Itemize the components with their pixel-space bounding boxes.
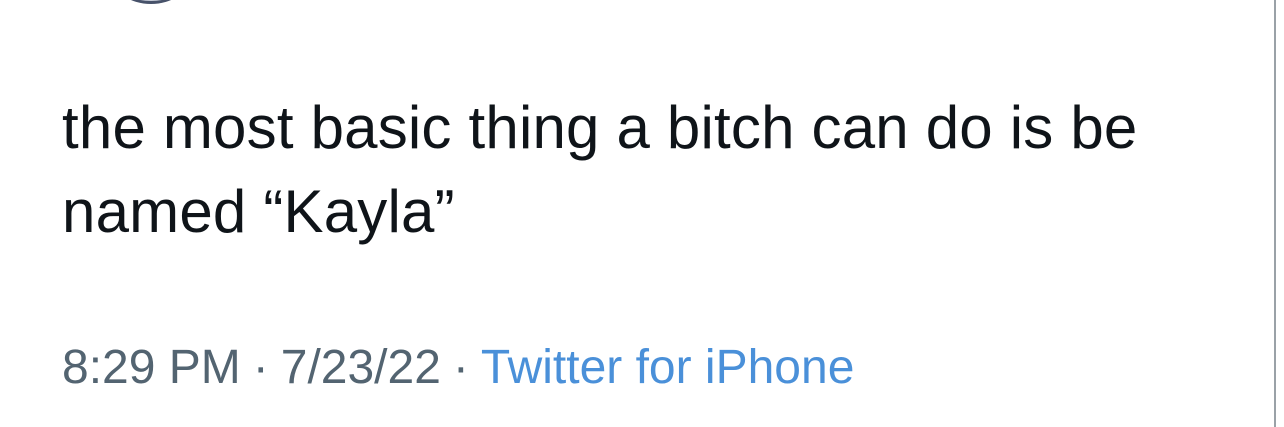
meta-separator: · [252,341,269,394]
tweet-date[interactable]: 7/23/22 [281,341,441,394]
tweet-text: the most basic thing a bitch can do is b… [62,94,1138,245]
tweet-source-link[interactable]: Twitter for iPhone [481,341,855,394]
scrollbar[interactable] [1274,0,1276,427]
tweet-meta: 8:29 PM · 7/23/22 · Twitter for iPhone [62,338,854,398]
tweet-time[interactable]: 8:29 PM [62,341,241,394]
avatar[interactable] [112,0,190,4]
meta-separator: · [452,341,469,394]
